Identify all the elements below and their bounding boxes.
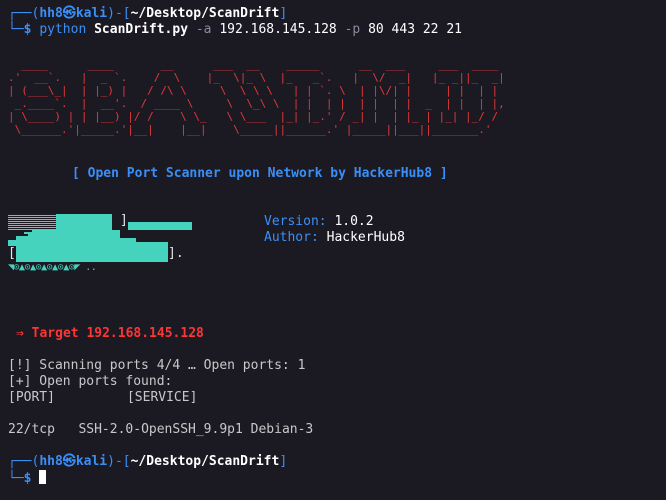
command-flag-a: -a — [195, 22, 212, 37]
art-bracket-left: [ — [8, 246, 16, 261]
command-ports: 80 443 22 21 — [368, 22, 462, 37]
art-block-mid — [8, 230, 120, 246]
command-program: python — [39, 22, 87, 37]
prompt-corner: ┌──( — [8, 6, 40, 21]
kali-skull-icon: ㉿ — [62, 6, 76, 21]
prompt-user: hh8 — [39, 6, 63, 21]
command-ip: 192.168.145.128 — [219, 22, 337, 37]
version-label: Version: — [264, 214, 327, 229]
prompt-line-1: ┌──(hh8㉿kali)-[~/Desktop/ScanDrift] — [8, 6, 287, 22]
target-label: Target 192.168.145.128 — [31, 326, 204, 341]
prompt-sep: )-[ — [107, 454, 131, 469]
column-service-header: [SERVICE] — [126, 390, 198, 405]
command-flag-p: -p — [344, 22, 361, 37]
art-block-bottom — [16, 246, 168, 262]
art-notch — [24, 234, 28, 236]
prompt-sep: )-[ — [107, 6, 131, 21]
art-hatch — [8, 214, 56, 230]
ascii-banner: ____ ____ __ ___ __ _____ __ ___ ___ ___… — [8, 58, 505, 136]
prompt-corner-bottom: └─ — [8, 22, 24, 37]
art-bracket-right: ]. — [168, 246, 184, 261]
version-line: Version: 1.0.2 — [264, 214, 374, 230]
prompt-line-2: ┌──(hh8㉿kali)-[~/Desktop/ScanDrift] — [8, 454, 287, 470]
arrow-right-icon: ⇒ — [16, 326, 24, 341]
command-script: ScanDrift.py — [94, 22, 189, 37]
column-port-header: [PORT] — [8, 390, 55, 405]
art-symbols: ◥⊙▲⊙▲⊙▲⊙▲⊙▲⊙◤ .. — [8, 262, 97, 273]
text-cursor[interactable] — [39, 470, 47, 484]
prompt-path: ~/Desktop/ScanDrift — [130, 454, 280, 469]
prompt-close: ] — [279, 6, 288, 21]
author-label: Author: — [264, 230, 319, 245]
prompt-user: hh8 — [39, 454, 63, 469]
banner-tagline: [ Open Port Scanner upon Network by Hack… — [72, 166, 448, 181]
art-bracket-top: ] — [120, 213, 128, 228]
art-mask-2 — [16, 230, 24, 236]
input-line[interactable]: └─$ — [8, 470, 47, 486]
scan-found: [+] Open ports found: — [8, 374, 173, 389]
prompt-close: ] — [279, 454, 288, 469]
author-line: Author: HackerHub8 — [264, 230, 405, 246]
row-port: 22/tcp — [8, 422, 55, 437]
terminal-window[interactable]: ┌──(hh8㉿kali)-[~/Desktop/ScanDrift] └─$ … — [0, 0, 666, 500]
art-mask-1 — [8, 230, 16, 240]
art-block-top — [56, 214, 112, 230]
prompt-host: kali — [75, 6, 108, 21]
table-header: [PORT] [SERVICE] — [8, 390, 197, 406]
prompt-dollar: $ — [23, 471, 32, 486]
prompt-path: ~/Desktop/ScanDrift — [130, 6, 280, 21]
prompt-dollar: $ — [23, 22, 32, 37]
version-value: 1.0.2 — [334, 214, 374, 229]
row-service: SSH-2.0-OpenSSH_9.9p1 Debian-3 — [78, 422, 314, 437]
prompt-corner-bottom: └─ — [8, 471, 24, 486]
art-step-1 — [120, 238, 136, 246]
table-row: 22/tcp SSH-2.0-OpenSSH_9.9p1 Debian-3 — [8, 422, 313, 438]
command-line: └─$ python ScanDrift.py -a 192.168.145.1… — [8, 22, 462, 38]
author-value: HackerHub8 — [326, 230, 405, 245]
target-line: ⇒ Target 192.168.145.128 — [16, 326, 204, 342]
art-mask-3 — [24, 230, 32, 232]
scan-progress: [!] Scanning ports 4/4 … Open ports: 1 — [8, 358, 306, 373]
art-bar-right — [128, 222, 192, 230]
prompt-corner: ┌──( — [8, 454, 40, 469]
kali-skull-icon: ㉿ — [62, 454, 76, 469]
prompt-host: kali — [75, 454, 108, 469]
